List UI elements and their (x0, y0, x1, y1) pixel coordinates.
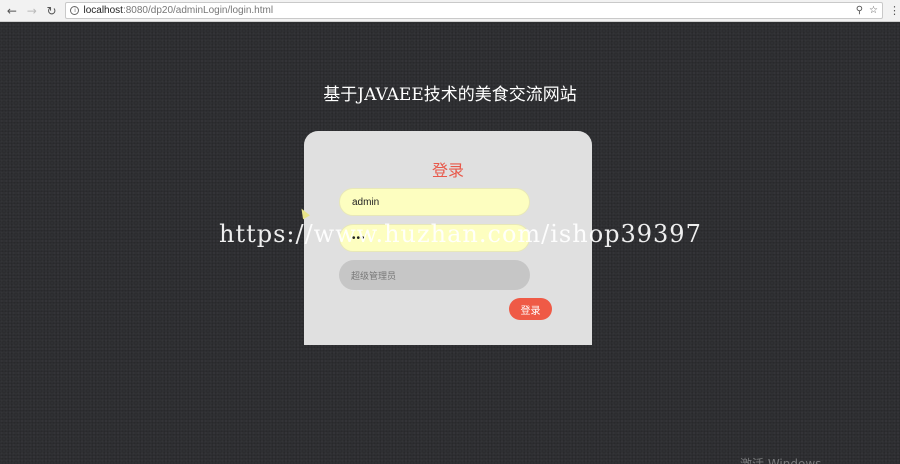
browser-toolbar: ← → ↻ i localhost :8080/dp20/adminLogin/… (0, 0, 900, 22)
menu-icon[interactable]: ⋮ (889, 4, 900, 17)
page-body: 基于JAVAEE技术的美食交流网站 登录 超级管理员 登录 https://ww… (0, 23, 900, 464)
watermark-text: https://www.huzhan.com/ishop39397 (219, 220, 702, 248)
star-icon[interactable]: ☆ (869, 5, 878, 16)
login-button[interactable]: 登录 (509, 298, 552, 320)
back-icon[interactable]: ← (4, 3, 20, 19)
username-input[interactable] (339, 188, 530, 216)
forward-icon[interactable]: → (24, 3, 40, 19)
url-path: :8080/dp20/adminLogin/login.html (122, 5, 274, 16)
os-watermark: 激活 Windows (740, 457, 822, 464)
role-select[interactable]: 超级管理员 (339, 260, 530, 290)
pin-icon[interactable]: ⚲ (856, 5, 863, 16)
role-select-value: 超级管理员 (351, 271, 397, 282)
address-bar[interactable]: i localhost :8080/dp20/adminLogin/login.… (65, 2, 883, 19)
page-title: 基于JAVAEE技术的美食交流网站 (323, 85, 577, 105)
login-heading: 登录 (431, 161, 464, 180)
info-icon[interactable]: i (70, 6, 80, 15)
url-host: localhost (83, 5, 123, 16)
reload-icon[interactable]: ↻ (44, 3, 60, 19)
